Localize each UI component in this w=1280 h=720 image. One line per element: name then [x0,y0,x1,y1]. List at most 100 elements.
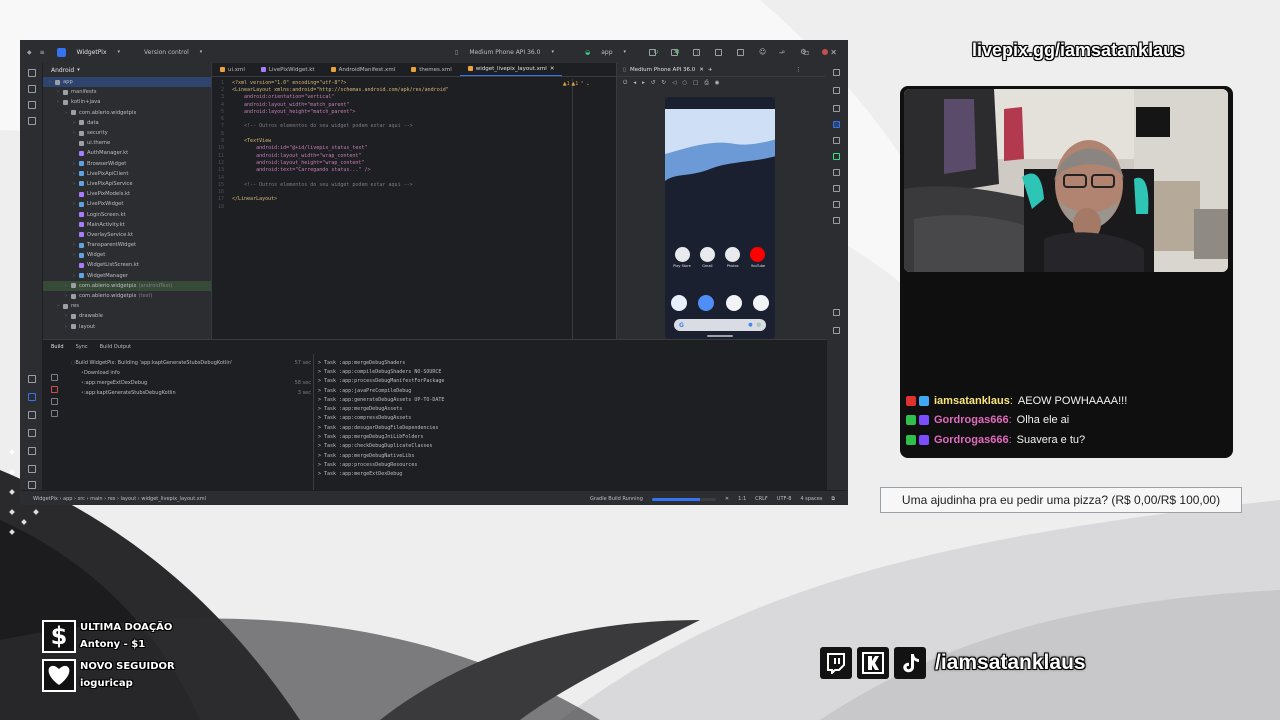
filter-icon[interactable] [51,398,58,405]
tree-item[interactable]: MainActivity.kt [43,220,211,230]
build-tree-item[interactable]: • :app:mergeExtDexDebug 58 sec [71,378,311,388]
google-search-bar[interactable]: G ● ◎ [674,319,766,331]
logcat-icon[interactable] [28,411,36,419]
main-menu-icon[interactable]: ◆ [27,49,32,56]
maximize-icon[interactable]: ▫ [804,48,809,57]
line-separator[interactable]: CRLF [755,496,768,502]
more-tools-icon[interactable] [28,117,36,125]
add-user-icon[interactable]: ☺ [759,48,766,56]
tree-item[interactable]: AuthManager.kt [43,148,211,158]
project-view-header[interactable]: Android ▾ [43,63,211,77]
notifications-icon[interactable] [833,69,840,76]
gradle-icon[interactable] [833,87,840,94]
breadcrumb[interactable]: WidgetPix › app › src › main › res › lay… [33,496,206,502]
record-icon[interactable]: ◉ [715,80,720,86]
lock-icon[interactable]: ⧉ [831,496,835,502]
tree-item[interactable]: › kotlin+java [43,97,211,107]
version-control-selector[interactable]: Version control ▾ [140,48,214,57]
build-tree-item[interactable]: • :app:kaptGenerateStubsDebugKotlin 3 sec [71,388,311,398]
tree-item[interactable]: › WidgetManager [43,271,211,281]
profiler-icon[interactable] [715,48,722,56]
zoom-out-icon[interactable] [833,327,840,334]
tree-item[interactable]: OverlayService.kt [43,230,211,240]
tree-item[interactable]: LivePixModels.kt [43,189,211,199]
app-quality-icon[interactable] [28,429,36,437]
tree-item[interactable]: › com.ablerio.widgetpix [43,108,211,118]
run-tool-icon[interactable] [28,375,36,383]
inspector-icon[interactable] [833,217,840,224]
layout-validation-icon[interactable] [833,201,840,208]
stop-icon[interactable] [51,386,58,393]
device-selector[interactable]: ▯ Medium Phone API 36.0 ▾ [451,48,566,57]
git-icon[interactable] [28,481,36,489]
device-manager-icon[interactable] [649,48,656,56]
camera-icon[interactable] [752,295,769,311]
app-icon[interactable]: Gmail [696,247,718,268]
tree-item[interactable]: › com.ablerio.widgetpix (test) [43,291,211,301]
build-tree-item[interactable]: • Download info [71,368,311,378]
tree-item[interactable]: › layout [43,322,211,332]
running-devices-icon[interactable] [833,121,840,128]
close-tab-icon[interactable]: ✕ [699,67,704,73]
gesture-bar[interactable] [707,335,733,337]
close-icon[interactable]: ✕ [830,48,837,57]
device-explorer-icon[interactable] [833,169,840,176]
tree-item[interactable]: WidgetListScreen.kt [43,260,211,270]
volume-up-icon[interactable]: ◂ [633,80,636,86]
tree-item[interactable]: › Widget [43,250,211,260]
app-icon[interactable]: Photos [722,247,744,268]
run-config-selector[interactable]: ◒ app ▾ [581,48,638,57]
hamburger-menu-icon[interactable]: ≡ [40,49,45,56]
app-icon[interactable]: YouTube [747,247,769,268]
tree-item[interactable]: › res [43,301,211,311]
file-encoding[interactable]: UTF-8 [777,496,792,502]
indent-setting[interactable]: 4 spaces [800,496,822,502]
options-icon[interactable]: ⋮ [796,67,802,73]
tree-item[interactable]: › drawable [43,311,211,321]
device-tab[interactable]: Medium Phone API 36.0 [630,67,695,73]
android-icon[interactable] [833,153,840,160]
tree-item[interactable]: › BrowserWidget [43,159,211,169]
volume-down-icon[interactable]: ▸ [642,80,645,86]
overview-icon[interactable]: □ [693,80,698,86]
add-device-icon[interactable]: + [708,67,713,73]
editor-tab[interactable]: ui.xml [212,63,253,76]
background-task-label[interactable]: Gradle Build Running [590,496,643,502]
rotate-right-icon[interactable]: ↻ [662,80,667,86]
folder-icon[interactable] [28,69,36,77]
lens-icon[interactable]: ◎ [757,322,761,328]
minimize-icon[interactable]: – [779,48,783,57]
commit-icon[interactable] [28,85,36,93]
editor-tab[interactable]: AndroidManifest.xml [323,63,404,76]
build-tab[interactable]: Sync [76,344,88,350]
project-selector[interactable]: WidgetPix ▾ [53,47,132,58]
gemini-icon[interactable] [833,137,840,144]
tree-item[interactable]: › security [43,128,211,138]
tree-item[interactable]: › manifests [43,87,211,97]
build-tab[interactable]: Build Output [100,344,132,350]
editor-tab[interactable]: themes.xml [403,63,460,76]
zoom-in-icon[interactable] [833,309,840,316]
tree-item[interactable]: › LivePixApiClient [43,169,211,179]
tree-item[interactable]: › LivePixWidget [43,199,211,209]
chrome-icon[interactable] [725,295,742,311]
close-task-icon[interactable]: ✕ [725,496,729,502]
build-tree-item[interactable]: ◌ Build WidgetPix: Building 'app:kaptGen… [71,358,311,368]
tree-item[interactable]: ui.theme [43,138,211,148]
emulator-screen[interactable]: Play Store Gmail Photos YouTube G ● ◎ [665,97,775,339]
code-area[interactable]: 1 <?xml version="1.0" encoding="utf-8"?> 2… [212,79,617,339]
build-tool-icon[interactable] [28,393,36,401]
home-icon[interactable]: ○ [682,80,687,86]
tree-item[interactable]: › TransparentWidget [43,240,211,250]
phone-app-icon[interactable] [671,295,687,311]
structure-icon[interactable] [28,101,36,109]
tree-item[interactable]: › data [43,118,211,128]
back-icon[interactable]: ◁ [672,80,676,86]
power-icon[interactable]: ⏻ [623,80,627,87]
app-icon[interactable]: Play Store [671,247,693,268]
messages-icon[interactable] [698,295,715,311]
sort-icon[interactable] [51,410,58,417]
layout-inspector-icon[interactable] [693,48,700,56]
gradle-sync-icon[interactable] [737,48,744,56]
mic-icon[interactable]: ● [748,322,752,328]
